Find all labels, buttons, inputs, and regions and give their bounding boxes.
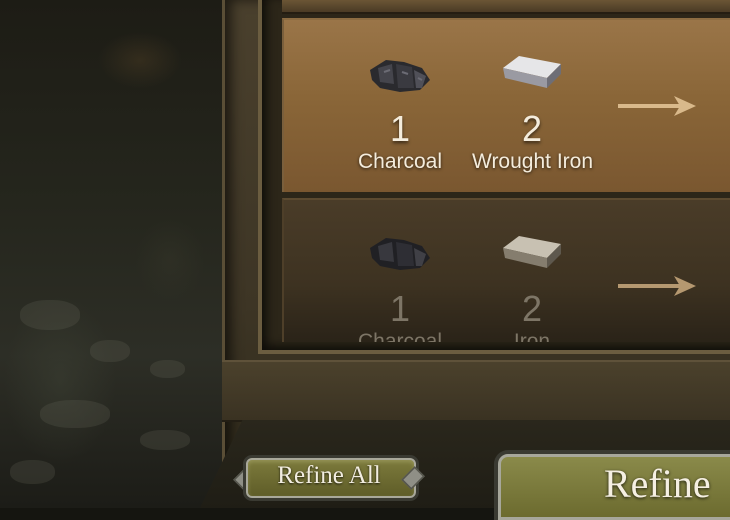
refine-all-label: Refine All: [277, 462, 381, 489]
ingredient-wrought-iron: 2 Wrought Iron: [472, 20, 594, 190]
charcoal-icon: [370, 60, 430, 92]
panel-bottom-ledge: [222, 360, 730, 422]
ingredient-name: Charcoal: [357, 330, 443, 342]
ingredient-charcoal: 1 Charcoal: [340, 200, 460, 342]
ingredient-quantity: 1: [389, 288, 411, 329]
ingredient-quantity: 2: [521, 108, 543, 149]
refine-button[interactable]: Refine: [484, 448, 730, 520]
ingredient-name: Charcoal: [357, 150, 443, 173]
refine-all-button[interactable]: Refine All: [233, 452, 425, 500]
charcoal-icon: [370, 238, 430, 270]
ingredient-quantity: 2: [521, 288, 543, 329]
recipe-card-wrought-iron[interactable]: 1 Charcoal 2 Wrought Iron: [282, 18, 730, 192]
ingredient-name: Wrought Iron: [472, 150, 594, 173]
recipe-card-partial[interactable]: [282, 0, 730, 14]
ingredient-charcoal: 1 Charcoal: [340, 20, 460, 190]
background-scene: [0, 0, 230, 508]
recipe-card-iron[interactable]: 1 Charcoal 2 Iron: [282, 198, 730, 342]
arrow-right-icon: [618, 276, 696, 296]
ingredient-name: Iron: [513, 330, 551, 342]
refine-label: Refine: [604, 461, 711, 506]
iron-bar-icon: [503, 56, 561, 88]
iron-bar-icon: [503, 236, 561, 268]
ingredient-iron: 2 Iron: [472, 200, 592, 342]
ingredient-quantity: 1: [389, 108, 411, 149]
arrow-right-icon: [618, 96, 696, 116]
